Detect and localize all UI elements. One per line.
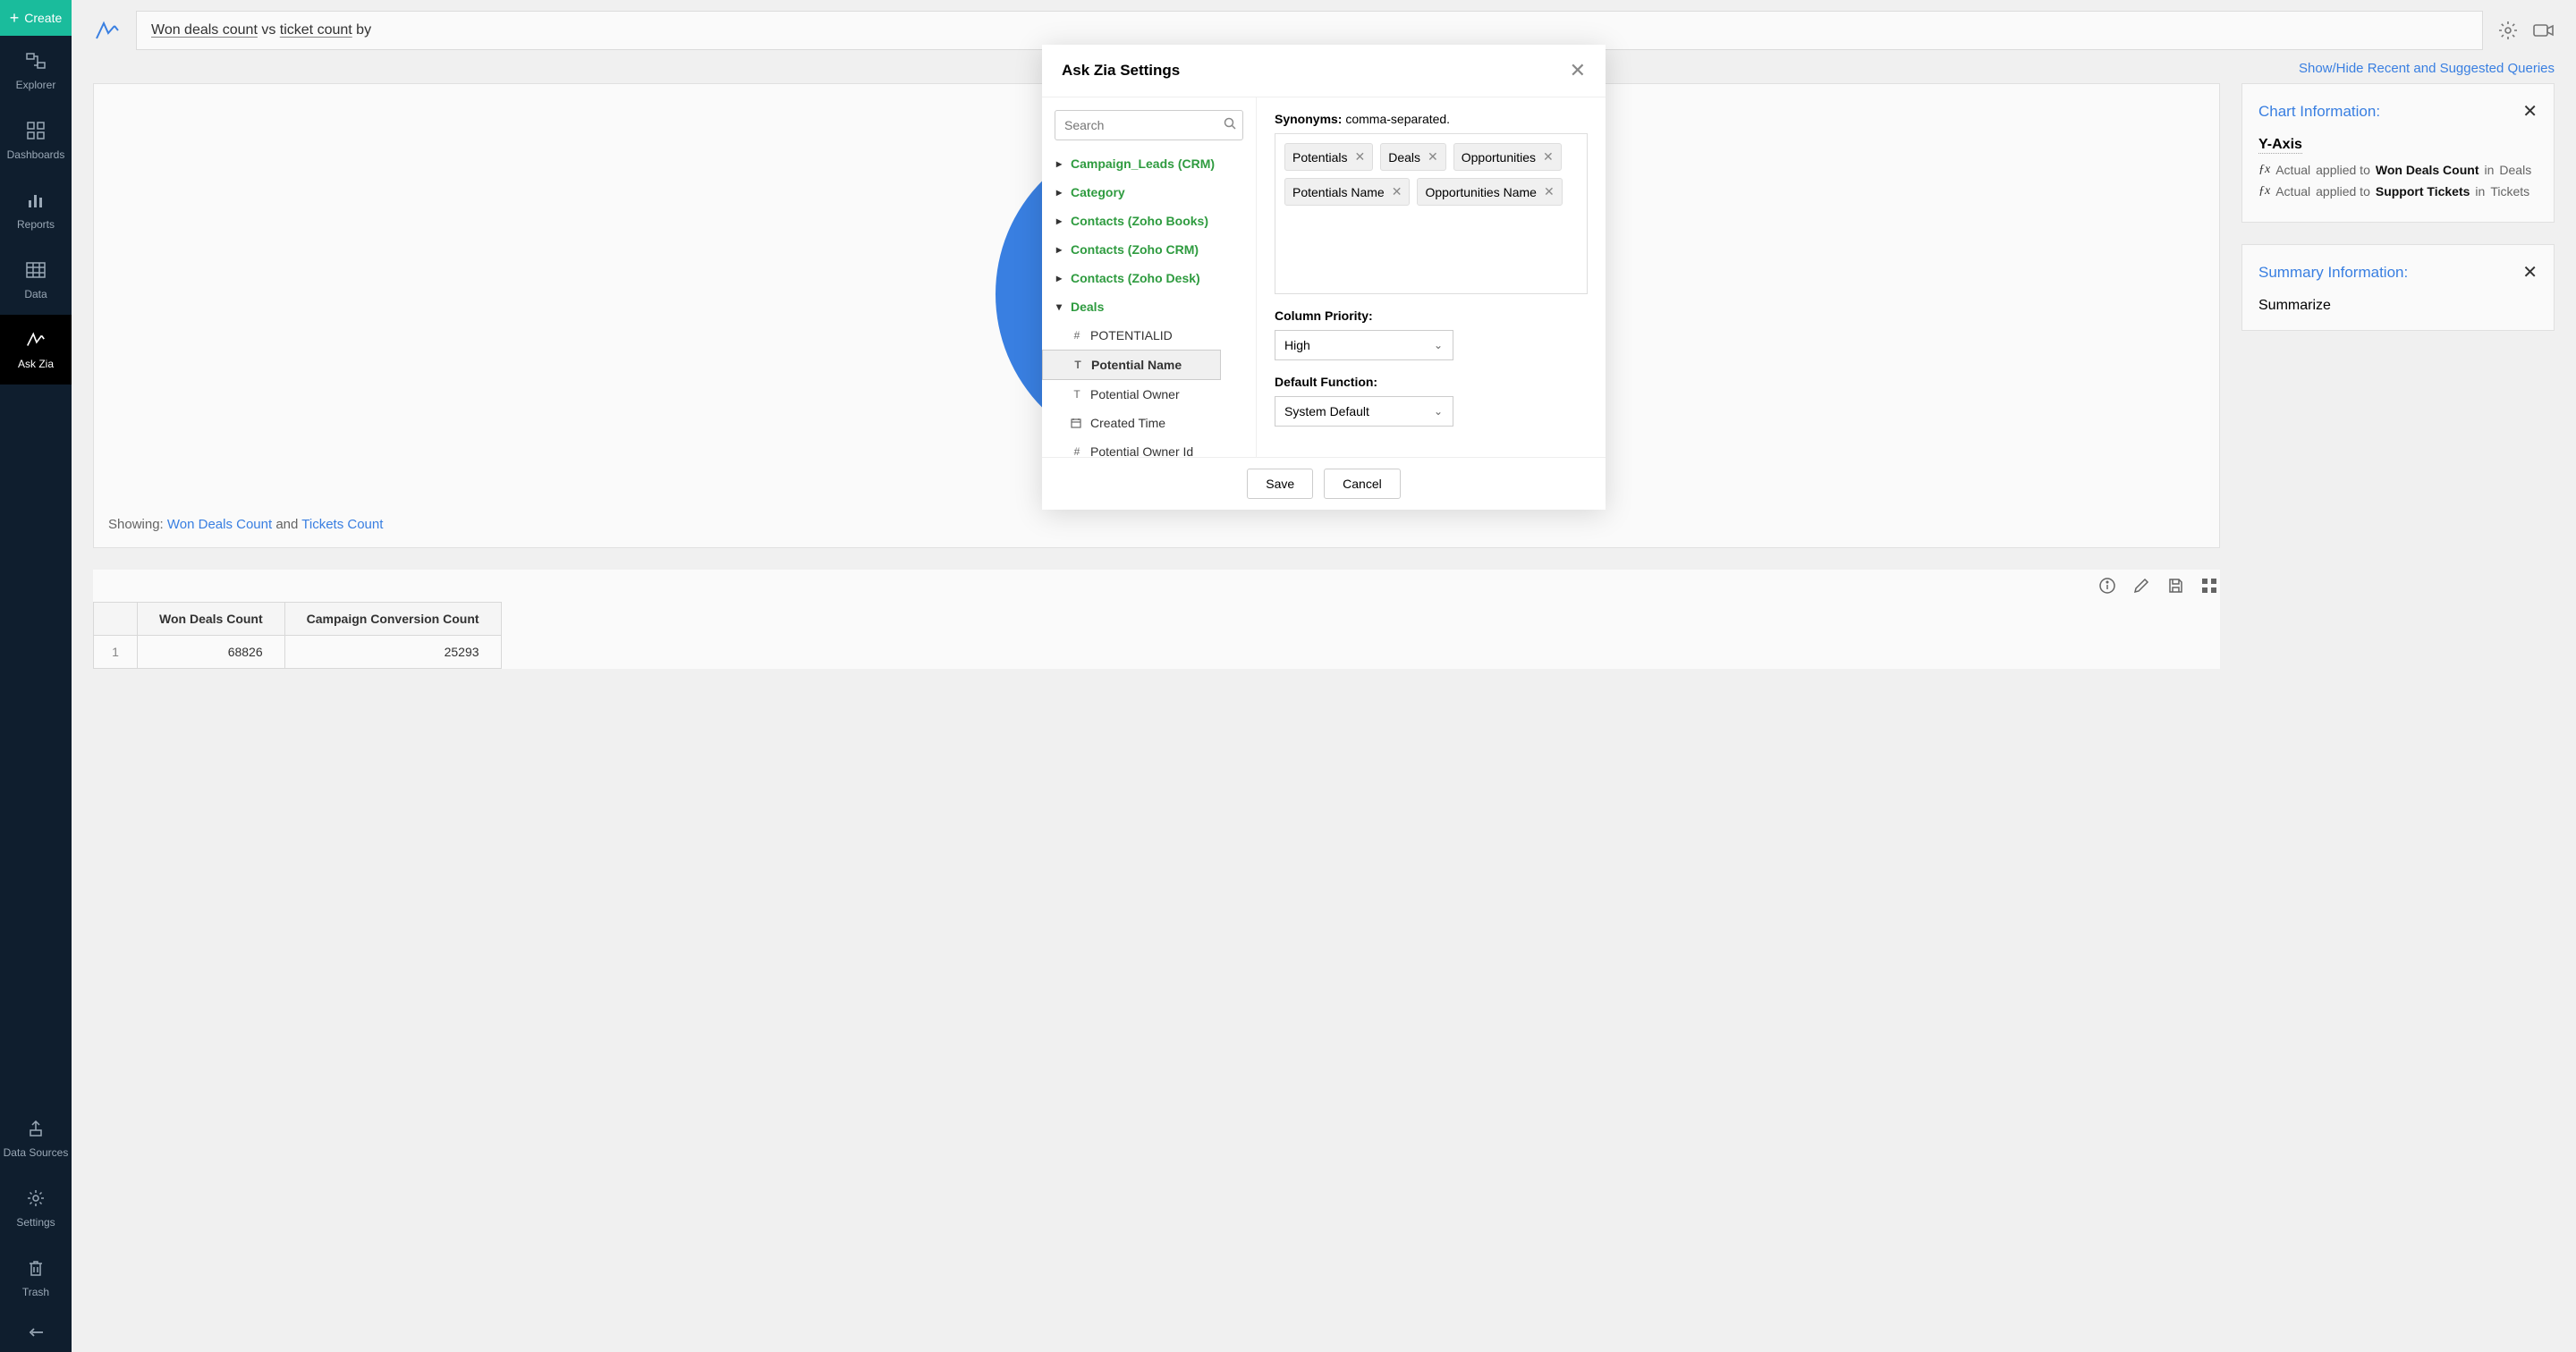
nav-reports[interactable]: Reports	[0, 175, 72, 245]
create-button[interactable]: + Create	[0, 0, 72, 36]
zia-icon	[25, 329, 47, 351]
close-icon[interactable]: ✕	[2522, 100, 2538, 123]
trash-icon	[25, 1257, 47, 1279]
text-icon: T	[1071, 388, 1083, 401]
data-icon	[25, 259, 47, 281]
remove-tag-icon[interactable]: ✕	[1543, 149, 1554, 165]
main-area: Won deals count vs ticket count by Show/…	[72, 0, 2576, 1352]
chevron-right-icon: ▸	[1056, 243, 1065, 256]
nav-trash[interactable]: Trash	[0, 1243, 72, 1313]
save-icon[interactable]	[2165, 575, 2186, 596]
chevron-right-icon: ▸	[1056, 215, 1065, 227]
form-panel: Synonyms: comma-separated. Potentials✕ D…	[1257, 97, 1606, 457]
tree-item-deals[interactable]: ▾Deals	[1055, 292, 1243, 321]
nav-dashboards[interactable]: Dashboards	[0, 106, 72, 175]
summary-table: Won Deals Count Campaign Conversion Coun…	[93, 602, 502, 669]
hash-icon: #	[1071, 445, 1083, 457]
reports-icon	[25, 190, 47, 211]
tag: Opportunities Name✕	[1417, 178, 1562, 206]
column-priority-select[interactable]: High	[1275, 330, 1453, 360]
nav-ask-zia[interactable]: Ask Zia	[0, 315, 72, 384]
close-icon[interactable]: ✕	[2522, 261, 2538, 283]
chevron-right-icon: ▸	[1056, 272, 1065, 284]
column-priority-label: Column Priority:	[1275, 308, 1588, 323]
video-icon[interactable]	[2533, 20, 2555, 41]
tree-item[interactable]: ▸Category	[1055, 178, 1243, 207]
cancel-button[interactable]: Cancel	[1324, 469, 1401, 499]
close-icon[interactable]: ✕	[1570, 59, 1586, 82]
chart-info-card: Chart Information: ✕ Y-Axis ƒx Actual ap…	[2241, 83, 2555, 223]
tag: Opportunities✕	[1453, 143, 1562, 171]
sidebar: + Create Explorer Dashboards Reports	[0, 0, 72, 1352]
synonyms-label: Synonyms: comma-separated.	[1275, 112, 1588, 126]
nav-settings[interactable]: Settings	[0, 1173, 72, 1243]
chevron-right-icon: ▸	[1056, 157, 1065, 170]
gear-icon[interactable]	[2497, 20, 2519, 41]
tag: Potentials Name✕	[1284, 178, 1410, 206]
plus-icon: +	[10, 9, 20, 28]
zia-logo-icon	[93, 16, 122, 45]
ask-zia-settings-modal: Ask Zia Settings ✕ ▸Campaign_Leads (CRM)…	[1042, 45, 1606, 510]
text-icon: T	[1072, 359, 1084, 371]
remove-tag-icon[interactable]: ✕	[1428, 149, 1438, 165]
summary-info-card: Summary Information: ✕ Summarize	[2241, 244, 2555, 331]
default-function-select[interactable]: System Default	[1275, 396, 1453, 427]
showing-link-1[interactable]: Won Deals Count	[167, 517, 272, 532]
tree-leaf[interactable]: TPotential Owner	[1055, 380, 1243, 409]
settings-icon	[25, 1187, 47, 1209]
nav-data[interactable]: Data	[0, 245, 72, 315]
nav-explorer[interactable]: Explorer	[0, 36, 72, 106]
remove-tag-icon[interactable]: ✕	[1354, 149, 1365, 165]
summarize-heading: Summarize	[2258, 298, 2538, 314]
table-row: 1 68826 25293	[94, 636, 502, 669]
fx-icon: ƒx	[2258, 163, 2270, 177]
save-button[interactable]: Save	[1247, 469, 1313, 499]
remove-tag-icon[interactable]: ✕	[1544, 184, 1555, 199]
tree-leaf[interactable]: Created Time	[1055, 409, 1243, 437]
fx-row-2: ƒx Actual applied to Support Tickets in …	[2258, 184, 2538, 199]
create-label: Create	[24, 11, 62, 25]
nav-data-sources[interactable]: Data Sources	[0, 1103, 72, 1173]
nav-collapse[interactable]	[0, 1313, 72, 1352]
default-function-label: Default Function:	[1275, 375, 1588, 389]
tree-leaf-selected[interactable]: TPotential Name	[1042, 350, 1221, 380]
col-1: Campaign Conversion Count	[284, 603, 501, 636]
chevron-down-icon: ▾	[1056, 300, 1065, 313]
calendar-icon	[1071, 418, 1083, 428]
tag: Deals✕	[1380, 143, 1446, 171]
tree-item[interactable]: ▸Contacts (Zoho CRM)	[1055, 235, 1243, 264]
fx-icon: ƒx	[2258, 184, 2270, 199]
remove-tag-icon[interactable]: ✕	[1392, 184, 1402, 199]
explorer-icon	[25, 50, 47, 72]
hash-icon: #	[1071, 329, 1083, 342]
tree-item[interactable]: ▸Contacts (Zoho Desk)	[1055, 264, 1243, 292]
chart-info-title: Chart Information:	[2258, 103, 2380, 121]
showing-caption: Showing: Won Deals Count and Tickets Cou…	[94, 504, 2219, 545]
collapse-icon	[25, 1322, 47, 1343]
tree-leaf[interactable]: #Potential Owner Id	[1055, 437, 1243, 457]
tag: Potentials✕	[1284, 143, 1373, 171]
tree-panel: ▸Campaign_Leads (CRM) ▸Category ▸Contact…	[1042, 97, 1257, 457]
synonyms-input[interactable]: Potentials✕ Deals✕ Opportunities✕ Potent…	[1275, 133, 1588, 294]
tree-item[interactable]: ▸Campaign_Leads (CRM)	[1055, 149, 1243, 178]
fx-row-1: ƒx Actual applied to Won Deals Count in …	[2258, 163, 2538, 177]
modal-title: Ask Zia Settings	[1062, 62, 1180, 80]
chevron-right-icon: ▸	[1056, 186, 1065, 199]
info-icon[interactable]	[2097, 575, 2118, 596]
data-sources-icon	[25, 1118, 47, 1139]
yaxis-heading: Y-Axis	[2258, 137, 2302, 154]
col-0: Won Deals Count	[138, 603, 285, 636]
tree-item[interactable]: ▸Contacts (Zoho Books)	[1055, 207, 1243, 235]
dashboards-icon	[25, 120, 47, 141]
tree-search-input[interactable]	[1055, 110, 1243, 140]
showing-link-2[interactable]: Tickets Count	[301, 517, 383, 532]
grid-icon[interactable]	[2199, 575, 2220, 596]
search-icon	[1224, 117, 1236, 130]
summary-info-title: Summary Information:	[2258, 264, 2408, 282]
col-blank	[94, 603, 138, 636]
edit-icon[interactable]	[2131, 575, 2152, 596]
tree-leaf[interactable]: #POTENTIALID	[1055, 321, 1243, 350]
summary-table-card: Won Deals Count Campaign Conversion Coun…	[93, 570, 2220, 669]
